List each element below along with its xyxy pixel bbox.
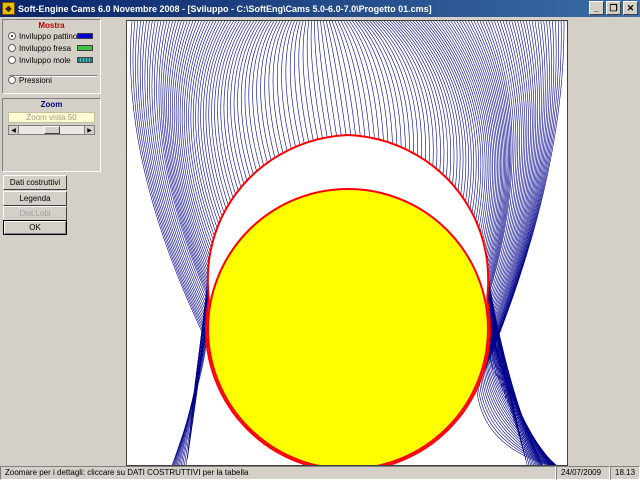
base-circle <box>207 188 489 465</box>
close-icon[interactable]: ✕ <box>623 1 638 15</box>
radio-button[interactable] <box>8 32 16 40</box>
option-label: Inviluppo pattino <box>19 31 78 41</box>
window-title: Soft-Engine Cams 6.0 Novembre 2008 - [Sv… <box>18 3 432 14</box>
radio-button[interactable] <box>8 44 16 52</box>
window-controls: _ ❐ ✕ <box>589 1 638 15</box>
dati-costruttivi-button[interactable]: Dati costruttivi <box>3 175 67 190</box>
minimize-icon[interactable]: _ <box>589 1 604 15</box>
mostra-group: Mostra Inviluppo pattino Inviluppo fresa… <box>2 19 101 94</box>
envelope-line <box>214 21 240 204</box>
zoom-readout: Zoom vista 50 <box>8 112 95 123</box>
envelope-line <box>352 21 389 143</box>
option-inviluppo-mole[interactable]: Inviluppo mole <box>8 54 100 66</box>
status-time: 18.13 <box>610 466 640 480</box>
scroll-left-icon[interactable]: ◀ <box>9 126 19 134</box>
envelope-line <box>310 21 323 139</box>
app-logo-icon: ◆ <box>2 2 15 15</box>
option-label: Inviluppo mole <box>19 55 71 65</box>
envelope-line <box>248 21 269 170</box>
option-inviluppo-pattino[interactable]: Inviluppo pattino <box>8 30 100 42</box>
color-swatch <box>77 45 93 51</box>
envelope-line <box>340 21 370 138</box>
zoom-slider-thumb[interactable] <box>44 126 60 134</box>
envelope-line <box>252 21 272 167</box>
legenda-button[interactable]: Legenda <box>3 191 67 206</box>
title-bar[interactable]: ◆ Soft-Engine Cams 6.0 Novembre 2008 - [… <box>0 0 640 17</box>
option-label: Inviluppo fresa <box>19 43 72 53</box>
envelope-line <box>217 21 243 200</box>
envelope-line <box>272 21 286 154</box>
zoom-slider[interactable]: ◀ ▶ <box>8 125 95 135</box>
envelope-line <box>366 21 410 152</box>
envelope-line <box>195 21 220 230</box>
envelope-line <box>190 21 216 238</box>
envelope-line <box>323 21 342 136</box>
envelope-line <box>306 21 319 140</box>
color-swatch <box>77 33 93 39</box>
envelope-line <box>317 21 333 137</box>
envelope-line <box>276 21 289 152</box>
scroll-right-icon[interactable]: ▶ <box>84 126 94 134</box>
restore-icon[interactable]: ❐ <box>606 1 621 15</box>
ok-button[interactable]: OK <box>3 220 67 235</box>
envelope-line <box>363 21 406 150</box>
dist-lobi-button[interactable]: Dist.Lobi <box>3 206 67 221</box>
status-message: Zoomare per i dettagli: cliccare su DATI… <box>0 466 556 480</box>
envelope-line <box>223 21 249 193</box>
mostra-title: Mostra <box>38 21 65 30</box>
envelope-line <box>326 21 347 136</box>
zoom-group: Zoom Zoom vista 50 ◀ ▶ <box>2 98 101 172</box>
app-window: ◆ Soft-Engine Cams 6.0 Novembre 2008 - [… <box>0 0 640 480</box>
color-swatch <box>77 57 93 63</box>
envelope-line <box>314 21 328 138</box>
status-date: 24/07/2009 <box>556 466 610 480</box>
envelope-line <box>343 21 375 139</box>
zoom-title: Zoom <box>40 100 63 109</box>
envelope-line <box>160 21 209 449</box>
envelope-line <box>162 21 209 439</box>
zoom-slider-track[interactable] <box>19 126 84 134</box>
cam-drawing <box>130 21 565 465</box>
envelope-line <box>149 21 208 465</box>
status-bar: Zoomare per i dettagli: cliccare su DATI… <box>0 466 640 480</box>
cam-drawing-canvas[interactable] <box>126 20 568 466</box>
envelope-line <box>302 21 314 141</box>
radio-button[interactable] <box>8 76 16 84</box>
radio-button[interactable] <box>8 56 16 64</box>
separator <box>9 75 97 77</box>
option-inviluppo-fresa[interactable]: Inviluppo fresa <box>8 42 100 54</box>
